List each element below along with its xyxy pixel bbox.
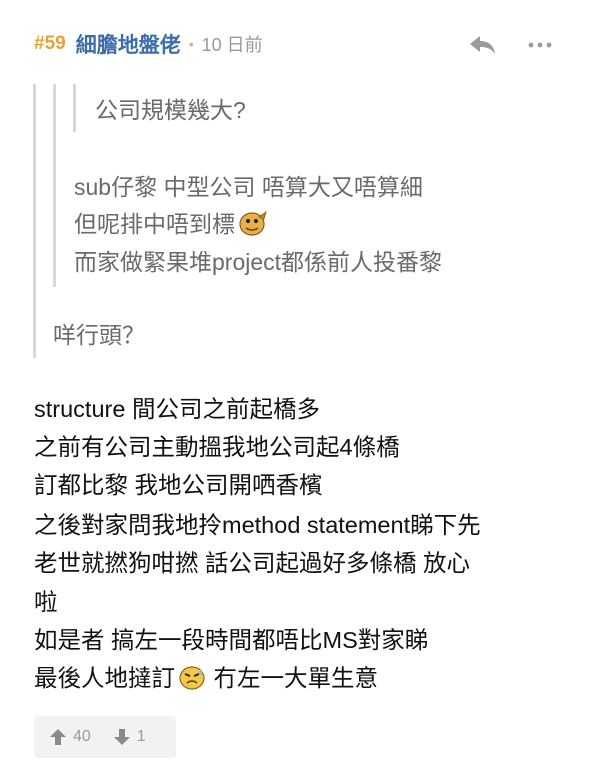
post-header: #59 細膽地盤佬 • 10 日前 — [34, 30, 263, 58]
downvote-button[interactable]: 1 — [113, 728, 146, 746]
body-line: 最後人地撻訂 冇左一大單生意 — [34, 659, 378, 693]
thumb-up-arrow-icon — [50, 729, 66, 745]
body-line: 訂都比黎 我地公司開哂香檳 — [34, 472, 323, 498]
thumb-down-arrow-icon — [113, 729, 130, 745]
body-line: 之後對家問我地拎method statement睇下先 — [34, 512, 481, 538]
quote-level3-text: 公司規模幾大? — [95, 97, 246, 123]
body-line: 之前有公司主動搵我地公司起4條橋 — [34, 434, 400, 460]
body-line: structure 間公司之前起橋多 — [34, 396, 320, 422]
quote-level2-line: 而家做緊果堆project都係前人投番黎 — [74, 249, 443, 275]
quote-level2-line: sub仔黎 中型公司 唔算大又唔算細 — [74, 174, 423, 200]
quote-level1-text: 咩行頭？ — [53, 322, 145, 348]
quote-level2-line: 但呢排中唔到標 — [74, 205, 267, 239]
reply-icon — [470, 36, 495, 54]
post-number[interactable]: #59 — [34, 33, 66, 55]
pointing-emoji-icon — [237, 209, 267, 237]
more-icon — [528, 42, 552, 48]
more-button[interactable] — [527, 36, 553, 54]
quote-level2-text: 但呢排中唔到標 — [74, 211, 235, 237]
upvote-button[interactable]: 40 — [49, 728, 91, 746]
vote-bar: 40 1 — [34, 716, 176, 758]
upvote-count: 40 — [73, 728, 91, 745]
quote-bar-level1 — [33, 84, 36, 358]
body-line: 啦 — [34, 589, 58, 615]
quote-bar-level2 — [53, 84, 56, 287]
username[interactable]: 細膽地盤佬 — [76, 29, 181, 59]
body-line: 老世就撚狗咁撚 話公司起過好多條橋 放心 — [34, 550, 471, 576]
post-time: 10 日前 — [201, 35, 263, 55]
body-text: 最後人地撻訂 — [34, 665, 175, 691]
sweating-emoji-icon — [177, 663, 207, 691]
body-line: 如是者 搞左一段時間都唔比MS對家睇 — [34, 627, 429, 653]
reply-button[interactable] — [468, 33, 498, 57]
downvote-count: 1 — [136, 728, 146, 745]
body-text: 冇左一大單生意 — [207, 665, 379, 691]
quote-bar-level3 — [73, 84, 76, 132]
separator-dot: • — [188, 36, 194, 52]
